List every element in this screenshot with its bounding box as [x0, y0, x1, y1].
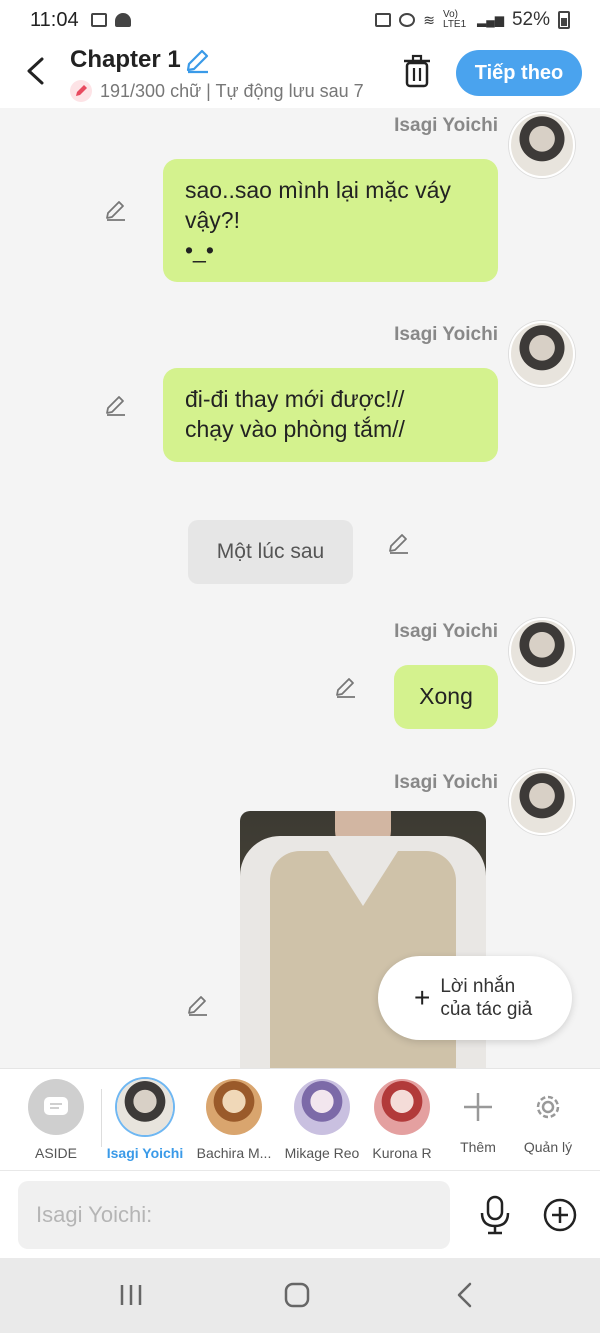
recent-apps-icon[interactable] [116, 1280, 146, 1310]
avatar [206, 1079, 262, 1135]
system-nav-bar [0, 1258, 600, 1333]
character-label: Kurona R [372, 1145, 432, 1161]
message-bubble[interactable]: Xong [394, 665, 498, 729]
plus-icon [450, 1079, 506, 1135]
add-label: Thêm [460, 1139, 496, 1155]
avatar[interactable] [509, 618, 575, 684]
sender-name: Isagi Yoichi [394, 772, 498, 793]
edit-title-icon[interactable] [184, 48, 210, 74]
message-line: đi-đi thay mới được!// [185, 386, 405, 412]
manage-label: Quản lý [523, 1139, 573, 1155]
microphone-icon[interactable] [478, 1195, 512, 1235]
edit-pencil-icon[interactable] [104, 198, 128, 222]
message-line: chạy vào phòng tắm// [185, 416, 405, 442]
edit-pencil-icon[interactable] [186, 993, 210, 1017]
next-button[interactable]: Tiếp theo [456, 50, 582, 96]
status-bar: 11:04 ≋ Vo) LTE1 ▂▄▆ 52% [0, 0, 600, 40]
message-line: vậy?! [185, 207, 240, 233]
battery-icon [558, 11, 570, 29]
chat-area[interactable]: Isagi Yoichi sao..sao mình lại mặc váy v… [0, 108, 600, 1068]
manage-button[interactable]: Quản lý [508, 1079, 588, 1155]
signal-icon: ▂▄▆ [477, 13, 504, 27]
edit-pencil-icon[interactable] [334, 675, 358, 699]
back-nav-icon[interactable] [450, 1280, 480, 1310]
android-icon [114, 13, 131, 27]
character-label: Isagi Yoichi [106, 1145, 184, 1161]
chat-bubble-icon [44, 1097, 68, 1115]
plus-icon: + [414, 982, 431, 1013]
author-note-label: Lời nhắn của tác giả [440, 975, 532, 1021]
add-character-button[interactable]: Thêm [438, 1079, 518, 1155]
character-label: Bachira M... [196, 1145, 272, 1161]
chapter-title[interactable]: Chapter 1 [70, 46, 181, 74]
aside-bubble[interactable]: Một lúc sau [188, 520, 353, 584]
sender-name: Isagi Yoichi [394, 621, 498, 642]
pencil-badge-icon [70, 80, 92, 102]
gallery-icon [90, 13, 107, 27]
trash-icon[interactable] [402, 54, 432, 88]
author-note-line2: của tác giả [440, 999, 533, 1020]
author-note-button[interactable]: + Lời nhắn của tác giả [378, 956, 572, 1040]
character-bachira[interactable]: Bachira M... [194, 1079, 274, 1161]
aside-avatar [28, 1079, 84, 1135]
author-note-line1: Lời nhắn [440, 976, 516, 997]
message-line: Xong [419, 683, 473, 709]
message-bubble[interactable]: đi-đi thay mới được!// chạy vào phòng tắ… [163, 368, 498, 462]
character-label: ASIDE [34, 1145, 77, 1161]
avatar [374, 1079, 430, 1135]
character-label: Mikage Reo [284, 1145, 360, 1161]
word-count-text: 191/300 chữ | Tự động lưu sau 7 [100, 80, 364, 101]
avatar[interactable] [509, 769, 575, 835]
input-bar [0, 1170, 600, 1258]
word-count-meta: 191/300 chữ | Tự động lưu sau 7 [70, 80, 378, 102]
message-input[interactable] [18, 1181, 450, 1249]
message-line: sao..sao mình lại mặc váy [185, 177, 451, 203]
character-aside[interactable]: ASIDE [16, 1079, 96, 1161]
character-kurona[interactable]: Kurona R [362, 1079, 442, 1161]
photo-vneck [328, 851, 398, 906]
lock-icon [375, 13, 392, 27]
battery-percent: 52% [511, 9, 550, 30]
add-circle-icon[interactable] [542, 1197, 578, 1233]
sender-name: Isagi Yoichi [394, 115, 498, 136]
avatar[interactable] [509, 321, 575, 387]
editor-header: Chapter 1 191/300 chữ | Tự động lưu sau … [0, 40, 600, 108]
alarm-icon [399, 13, 416, 27]
character-isagi[interactable]: Isagi Yoichi [105, 1079, 185, 1161]
home-icon[interactable] [282, 1280, 312, 1310]
sender-name: Isagi Yoichi [394, 324, 498, 345]
edit-pencil-icon[interactable] [104, 393, 128, 417]
avatar[interactable] [509, 112, 575, 178]
edit-pencil-icon[interactable] [387, 531, 411, 555]
network-label: Vo) LTE1 [443, 9, 467, 30]
character-bar: ASIDE Isagi Yoichi Bachira M... Mikage R… [0, 1068, 600, 1170]
avatar [294, 1079, 350, 1135]
divider [101, 1089, 102, 1147]
status-time: 11:04 [30, 8, 79, 31]
avatar [117, 1079, 173, 1135]
message-bubble[interactable]: sao..sao mình lại mặc váy vậy?! •_• [163, 159, 498, 282]
back-arrow-icon[interactable] [22, 56, 50, 86]
wifi-icon: ≋ [423, 11, 435, 28]
message-line: •_• [185, 237, 214, 263]
character-mikage[interactable]: Mikage Reo [282, 1079, 362, 1161]
gear-icon [520, 1079, 576, 1135]
